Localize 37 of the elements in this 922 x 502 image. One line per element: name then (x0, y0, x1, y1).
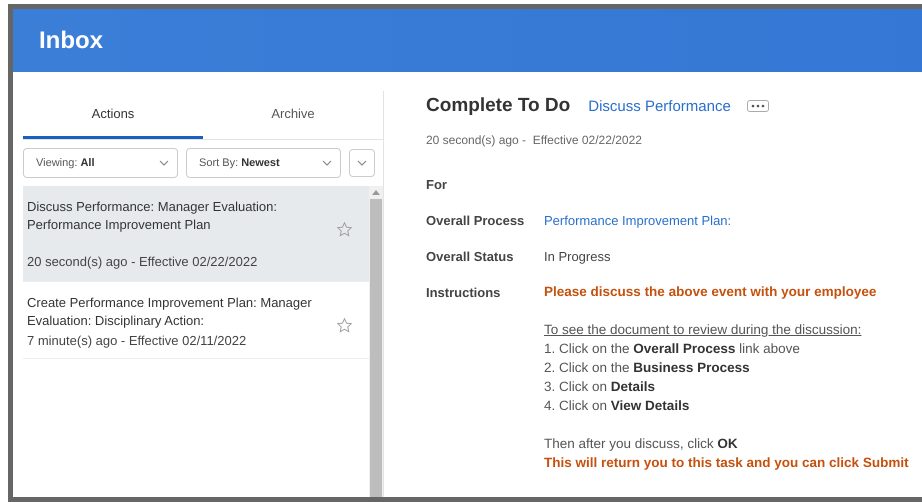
instruction-text: 2. Click on the Business Process (544, 359, 751, 377)
task-title: Complete To Do (426, 95, 570, 117)
star-icon[interactable] (336, 221, 353, 238)
field-value: In Progress (544, 249, 612, 264)
instruction-text: Please discuss the above event with your employee (544, 283, 878, 301)
star-icon[interactable] (336, 317, 353, 334)
instruction-text: 1. Click on the Overall Process link above (544, 340, 801, 358)
field-label: Overall Process (426, 213, 526, 228)
item-title: Create Performance Improvement Plan: Manager Evaluation: Disciplinary Action: (27, 294, 313, 330)
field-label: For (426, 177, 448, 192)
more-icon (750, 104, 765, 108)
instruction-text: 3. Click on Details (544, 378, 656, 396)
field-label: Overall Status (426, 249, 514, 264)
inbox-item[interactable]: Discuss Performance: Manager Evaluation: Performance Improvement Plan 20 second(s) ago - Effective 02/22/2022 (23, 186, 369, 282)
field-label: Instructions (426, 285, 502, 300)
tab[interactable]: Actions (23, 91, 203, 139)
instruction-text: Then after you discuss, click OK (544, 435, 739, 453)
filter-dropdown[interactable]: Viewing: All (23, 148, 178, 178)
chevron-down-icon (322, 160, 332, 166)
tab[interactable]: Archive (203, 91, 383, 139)
filter-dropdown[interactable]: Sort By: Newest (186, 148, 341, 178)
task-meta: 20 second(s) ago - Effective 02/22/2022 (426, 133, 643, 147)
scrollbar[interactable] (369, 186, 383, 497)
process-link[interactable]: Performance Improvement Plan: (544, 213, 922, 228)
chevron-down-icon (357, 160, 367, 166)
scroll-up-icon[interactable] (372, 190, 380, 195)
chevron-down-icon (159, 160, 169, 166)
task-link[interactable]: Discuss Performance (588, 98, 731, 114)
page-title: Inbox (39, 26, 103, 54)
instruction-text: This will return you to this task and you can click Submit (544, 454, 910, 472)
more-button[interactable] (746, 100, 769, 112)
item-title: Discuss Performance: Manager Evaluation: Performance Improvement Plan (27, 198, 278, 234)
instruction-text: 4. Click on View Details (544, 397, 690, 415)
item-meta: 20 second(s) ago - Effective 02/22/2022 (27, 254, 258, 269)
instruction-text: To see the document to review during the discussion: (544, 321, 862, 339)
item-meta: 7 minute(s) ago - Effective 02/11/2022 (27, 333, 248, 348)
expand-button[interactable] (349, 149, 375, 177)
